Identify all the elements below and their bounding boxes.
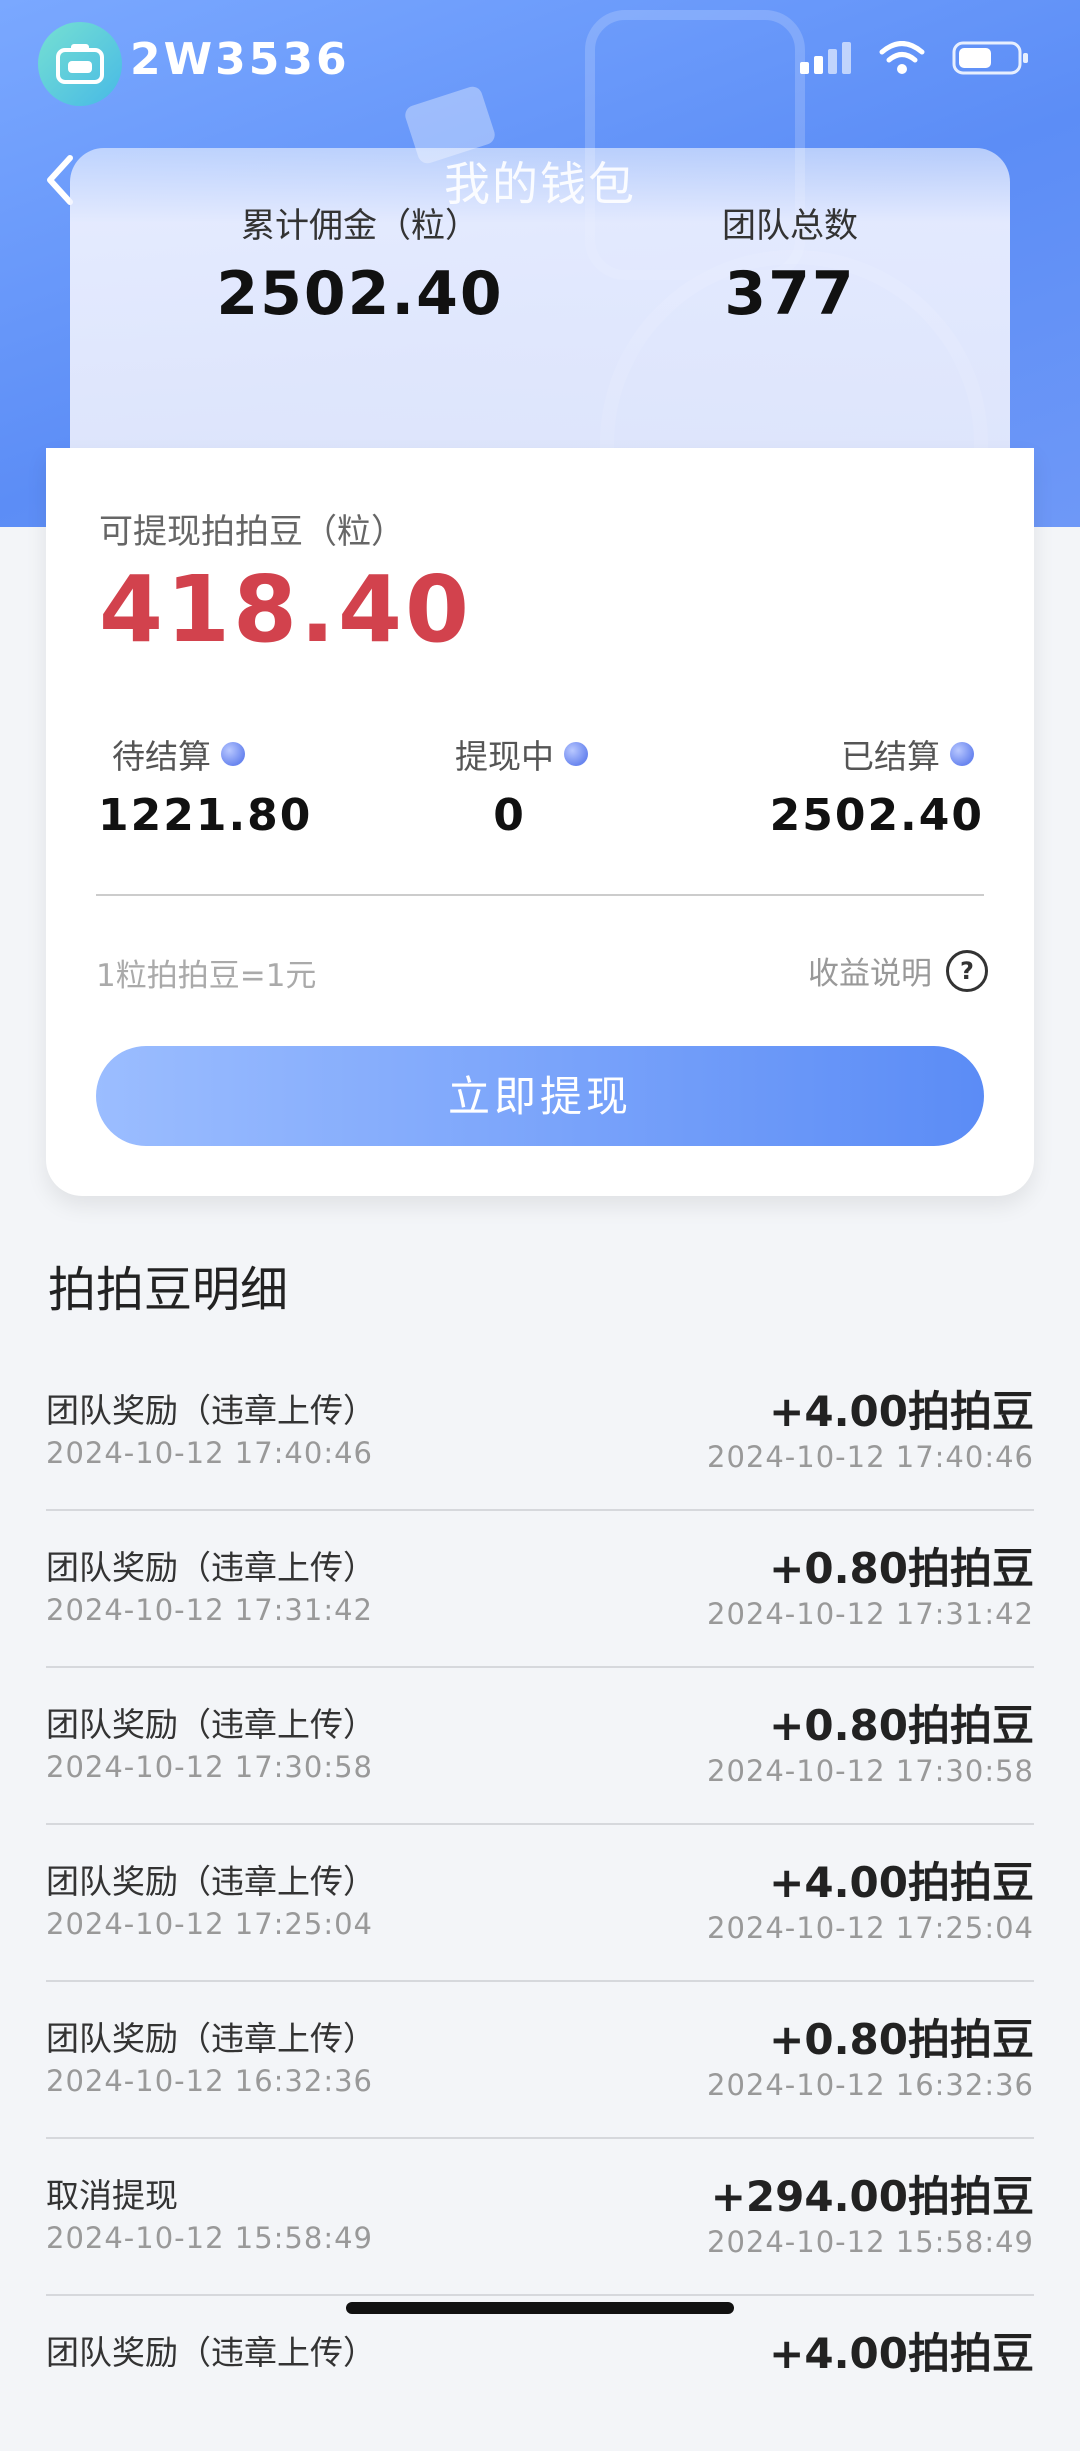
home-indicator	[346, 2302, 734, 2314]
status-bar: 2W3536	[0, 0, 1080, 130]
transaction-row[interactable]: 团队奖励（违章上传） 2024-10-12 17:40:46 +4.00拍拍豆 …	[46, 1354, 1034, 1511]
transaction-time: 2024-10-12 17:25:04	[46, 1907, 373, 1941]
transaction-row[interactable]: 团队奖励（违章上传） 2024-10-12 17:30:58 +0.80拍拍豆 …	[46, 1668, 1034, 1825]
transactions-title: 拍拍豆明细	[48, 1262, 289, 1318]
battery-icon	[952, 41, 1028, 75]
pending-label: 待结算	[112, 737, 211, 776]
camera-app-icon	[38, 22, 122, 106]
coin-icon	[950, 742, 974, 766]
transaction-amount: +0.80拍拍豆	[769, 1701, 1034, 1750]
pending-settlement: 待结算 1221.80	[98, 730, 312, 841]
transaction-amount: +4.00拍拍豆	[769, 1858, 1034, 1907]
transaction-desc: 团队奖励（违章上传）	[46, 1705, 376, 1744]
transaction-time-right: 2024-10-12 16:32:36	[707, 2068, 1034, 2102]
transaction-time-right: 2024-10-12 15:58:49	[707, 2225, 1034, 2259]
total-commission-value: 2502.40	[216, 259, 504, 329]
transaction-desc: 团队奖励（违章上传）	[46, 1862, 376, 1901]
wifi-icon	[879, 41, 925, 74]
question-icon: ?	[946, 949, 988, 992]
team-total-value: 377	[724, 259, 856, 329]
status-time: 2W3536	[130, 34, 350, 85]
transaction-time-right: 2024-10-12 17:30:58	[707, 1754, 1034, 1788]
transaction-time: 2024-10-12 17:40:46	[46, 1436, 373, 1470]
transaction-amount: +4.00拍拍豆	[769, 2329, 1034, 2378]
income-explanation-link[interactable]: 收益说明 ?	[808, 948, 988, 993]
transaction-desc: 取消提现	[46, 2176, 178, 2215]
transaction-row[interactable]: 团队奖励（违章上传） 2024-10-12 17:31:42 +0.80拍拍豆 …	[46, 1511, 1034, 1668]
withdrawing-label: 提现中	[455, 737, 554, 776]
transaction-desc: 团队奖励（违章上传）	[46, 1548, 376, 1587]
transaction-amount: +0.80拍拍豆	[769, 1544, 1034, 1593]
page-title: 我的钱包	[444, 157, 636, 211]
settled: 已结算 2502.40	[770, 730, 984, 841]
signal-icon	[800, 42, 851, 74]
transaction-desc: 团队奖励（违章上传）	[46, 2019, 376, 2058]
pending-value: 1221.80	[98, 790, 313, 841]
team-total: 团队总数 377	[670, 198, 910, 329]
transaction-desc: 团队奖励（违章上传）	[46, 1391, 376, 1430]
coin-icon	[221, 742, 245, 766]
withdrawing: 提现中 0	[455, 730, 588, 841]
transaction-time-right: 2024-10-12 17:31:42	[707, 1597, 1034, 1631]
transaction-amount: +294.00拍拍豆	[710, 2172, 1034, 2221]
transaction-desc: 团队奖励（违章上传）	[46, 2333, 376, 2372]
transaction-amount: +0.80拍拍豆	[769, 2015, 1034, 2064]
available-label: 可提现拍拍豆（粒）	[99, 512, 405, 552]
income-explanation-label: 收益说明	[808, 956, 932, 992]
wallet-card: 可提现拍拍豆（粒） 418.40 待结算 1221.80 提现中 0 已结算 2…	[46, 448, 1034, 1196]
divider	[96, 894, 984, 896]
exchange-rate: 1粒拍拍豆=1元	[96, 958, 317, 994]
total-commission: 累计佣金（粒） 2502.40	[190, 198, 530, 329]
available-value: 418.40	[99, 556, 473, 663]
withdrawing-value: 0	[493, 790, 526, 841]
transaction-time: 2024-10-12 16:32:36	[46, 2064, 373, 2098]
transaction-row[interactable]: 团队奖励（违章上传） +4.00拍拍豆	[46, 2296, 1034, 2451]
transaction-time-right: 2024-10-12 17:25:04	[707, 1911, 1034, 1945]
transaction-row[interactable]: 团队奖励（违章上传） 2024-10-12 17:25:04 +4.00拍拍豆 …	[46, 1825, 1034, 1982]
transaction-time-right: 2024-10-12 17:40:46	[707, 1440, 1034, 1474]
transaction-row[interactable]: 取消提现 2024-10-12 15:58:49 +294.00拍拍豆 2024…	[46, 2139, 1034, 2296]
settled-value: 2502.40	[769, 790, 984, 841]
withdraw-button[interactable]: 立即提现	[96, 1046, 984, 1146]
settled-label: 已结算	[841, 737, 940, 776]
transaction-list: 团队奖励（违章上传） 2024-10-12 17:40:46 +4.00拍拍豆 …	[46, 1354, 1034, 2451]
transaction-time: 2024-10-12 17:31:42	[46, 1593, 373, 1627]
coin-icon	[564, 742, 588, 766]
transaction-amount: +4.00拍拍豆	[769, 1387, 1034, 1436]
transaction-row[interactable]: 团队奖励（违章上传） 2024-10-12 16:32:36 +0.80拍拍豆 …	[46, 1982, 1034, 2139]
transaction-time: 2024-10-12 15:58:49	[46, 2221, 373, 2255]
transaction-time: 2024-10-12 17:30:58	[46, 1750, 373, 1784]
